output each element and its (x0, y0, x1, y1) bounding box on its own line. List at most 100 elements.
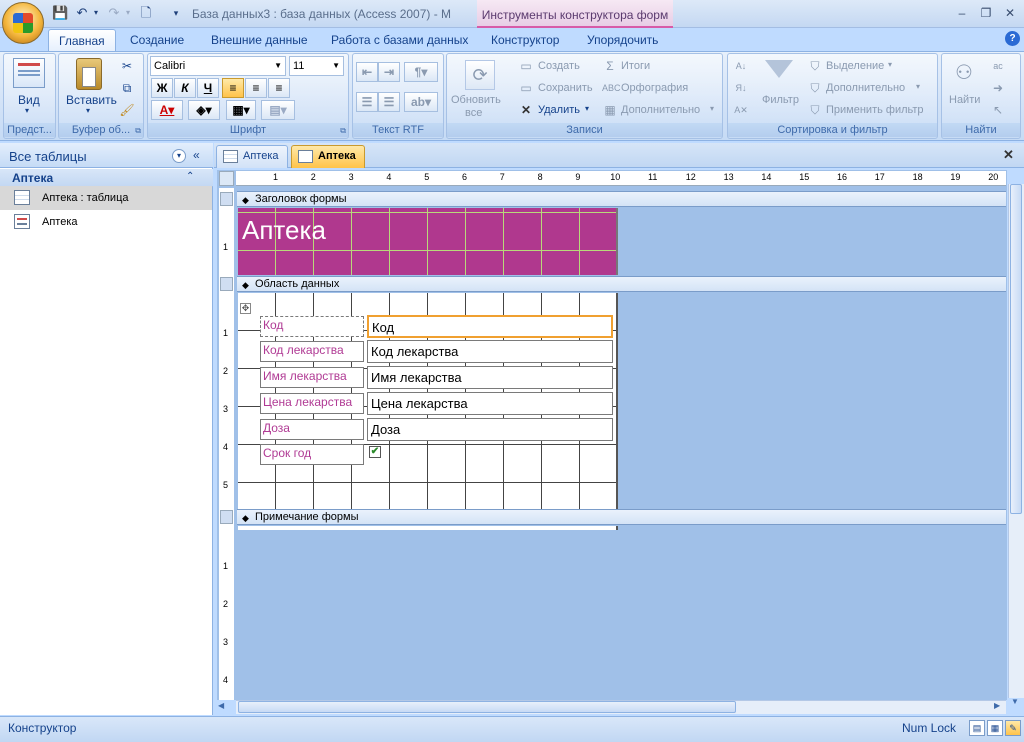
selection-button[interactable]: Выделение (826, 60, 884, 72)
view-form-icon[interactable] (13, 58, 45, 88)
help-icon[interactable]: ? (1005, 31, 1020, 46)
numbering-icon[interactable]: ☰ (356, 92, 378, 112)
nav-pane-title[interactable]: Все таблицы (9, 149, 87, 164)
toggle-filter-icon[interactable]: ⛉ (807, 102, 823, 118)
nav-menu-dropdown-icon[interactable]: ▾ (172, 149, 186, 163)
font-size-combo[interactable]: 11 ▼ (289, 56, 344, 76)
layout-view-icon[interactable]: ▦ (987, 720, 1003, 736)
paste-button[interactable]: Вставить (66, 93, 117, 107)
doctab-form[interactable]: Аптека (291, 145, 365, 168)
design-view-icon[interactable]: ✎ (1005, 720, 1021, 736)
clipboard-launcher-icon[interactable]: ⧉ (135, 126, 141, 136)
text-direction-icon[interactable]: ¶▾ (404, 62, 438, 82)
form-selector[interactable] (219, 171, 234, 186)
new-document-icon[interactable]: 🗋 (138, 5, 154, 21)
tab-create[interactable]: Создание (120, 29, 194, 51)
customize-qat-icon[interactable]: ▾ (168, 5, 184, 21)
replace-icon[interactable]: ac (990, 58, 1006, 74)
move-handle-icon[interactable]: ✥ (240, 303, 251, 314)
section-selector[interactable] (220, 192, 233, 206)
filter-icon[interactable] (765, 60, 793, 78)
band-detail[interactable]: ◆ Область данных (237, 276, 1006, 292)
filter-button[interactable]: Фильтр (762, 94, 799, 106)
delete-icon[interactable]: ✕ (518, 102, 534, 118)
scroll-left-icon[interactable]: ◀ (218, 701, 224, 710)
tab-design[interactable]: Конструктор (481, 29, 569, 51)
paste-icon[interactable] (76, 58, 102, 90)
undo-dropdown-icon[interactable]: ▾ (88, 5, 104, 21)
field-drug-price[interactable]: Цена лекарства (367, 392, 613, 415)
selection-dropdown-icon[interactable]: ▾ (888, 60, 892, 69)
save-record-icon[interactable]: ▭ (518, 80, 534, 96)
goto-icon[interactable]: ➜ (990, 80, 1006, 96)
advanced-filter-dropdown-icon[interactable]: ▾ (916, 82, 920, 91)
advanced-filter-button[interactable]: Дополнительно (826, 82, 905, 94)
refresh-all-button[interactable]: Обновить (451, 94, 501, 106)
spelling-icon[interactable]: ABC (602, 80, 621, 96)
save-icon[interactable]: 💾 (52, 5, 68, 21)
more-records-icon[interactable]: ▦ (602, 102, 618, 118)
redo-dropdown-icon[interactable]: ▾ (120, 5, 136, 21)
label-drug-code[interactable]: Код лекарства (260, 341, 364, 362)
nav-collapse-icon[interactable]: « (193, 148, 200, 162)
copy-icon[interactable]: ⧉ (119, 80, 135, 96)
font-launcher-icon[interactable]: ⧉ (340, 126, 346, 136)
group-collapse-icon[interactable]: ⌃ (186, 171, 194, 182)
label-drug-name[interactable]: Имя лекарства (260, 367, 364, 388)
select-icon[interactable]: ↖ (990, 102, 1006, 118)
italic-button[interactable]: К (174, 78, 196, 98)
delete-button[interactable]: Удалить (538, 104, 580, 116)
tab-home[interactable]: Главная (48, 29, 116, 51)
totals-button[interactable]: Итоги (621, 60, 650, 72)
view-dropdown-icon[interactable]: ▾ (25, 106, 29, 115)
cut-icon[interactable]: ✂ (119, 58, 135, 74)
label-dose[interactable]: Доза (260, 419, 364, 440)
find-button[interactable]: Найти (949, 94, 980, 106)
sort-ascending-icon[interactable]: A↓ (733, 58, 749, 74)
tab-database-tools[interactable]: Работа с базами данных (321, 29, 478, 51)
footer-section[interactable] (238, 526, 618, 530)
office-button[interactable] (2, 2, 44, 44)
save-record-button[interactable]: Сохранить (538, 82, 593, 94)
align-right-icon[interactable]: ≡ (268, 78, 290, 98)
bold-button[interactable]: Ж (151, 78, 173, 98)
binoculars-icon[interactable]: ⚇ (950, 60, 978, 86)
new-record-button[interactable]: Создать (538, 60, 580, 72)
label-expiry[interactable]: Срок год (260, 444, 364, 465)
bullets-icon[interactable]: ☰ (378, 92, 400, 112)
toggle-filter-button[interactable]: Применить фильтр (826, 104, 924, 116)
form-view-icon[interactable]: ▤ (969, 720, 985, 736)
view-button[interactable]: Вид (18, 93, 40, 107)
sort-descending-icon[interactable]: Я↓ (733, 80, 749, 96)
increase-indent-icon[interactable]: ⇥ (378, 62, 400, 82)
align-left-icon[interactable]: ≡ (222, 78, 244, 98)
scroll-down-icon[interactable]: ▼ (1011, 697, 1019, 706)
delete-dropdown-icon[interactable]: ▾ (585, 104, 589, 113)
font-family-combo[interactable]: Calibri ▼ (150, 56, 286, 76)
nav-item-table[interactable]: Аптека : таблица (0, 186, 212, 210)
highlight-icon[interactable]: ab▾ (404, 92, 438, 112)
form-header-title[interactable]: Аптека (242, 215, 326, 246)
label-drug-price[interactable]: Цена лекарства (260, 393, 364, 414)
align-center-icon[interactable]: ≡ (245, 78, 267, 98)
section-selector[interactable] (220, 277, 233, 291)
restore-icon[interactable]: ❐ (974, 5, 998, 21)
scroll-right-icon[interactable]: ▶ (994, 701, 1000, 710)
refresh-icon[interactable]: ⟳ (465, 60, 495, 90)
decrease-indent-icon[interactable]: ⇤ (356, 62, 378, 82)
vertical-scroll-thumb[interactable] (1010, 184, 1022, 514)
close-document-icon[interactable]: ✕ (1003, 147, 1014, 163)
band-form-header[interactable]: ◆ Заголовок формы (237, 191, 1006, 207)
totals-icon[interactable]: Σ (602, 58, 618, 74)
alternate-fill-icon[interactable]: ▤▾ (261, 100, 295, 120)
field-drug-name[interactable]: Имя лекарства (367, 366, 613, 389)
font-color-icon[interactable]: A▾ (151, 100, 183, 120)
band-form-footer[interactable]: ◆ Примечание формы (237, 509, 1006, 525)
more-records-button[interactable]: Дополнительно (621, 104, 700, 116)
close-icon[interactable]: ✕ (998, 5, 1022, 21)
tab-external-data[interactable]: Внешние данные (201, 29, 318, 51)
tab-arrange[interactable]: Упорядочить (577, 29, 668, 51)
field-dose[interactable]: Доза (367, 418, 613, 441)
format-painter-icon[interactable]: 🖌 (119, 102, 135, 118)
expiry-checkbox[interactable]: ✔ (369, 446, 381, 458)
